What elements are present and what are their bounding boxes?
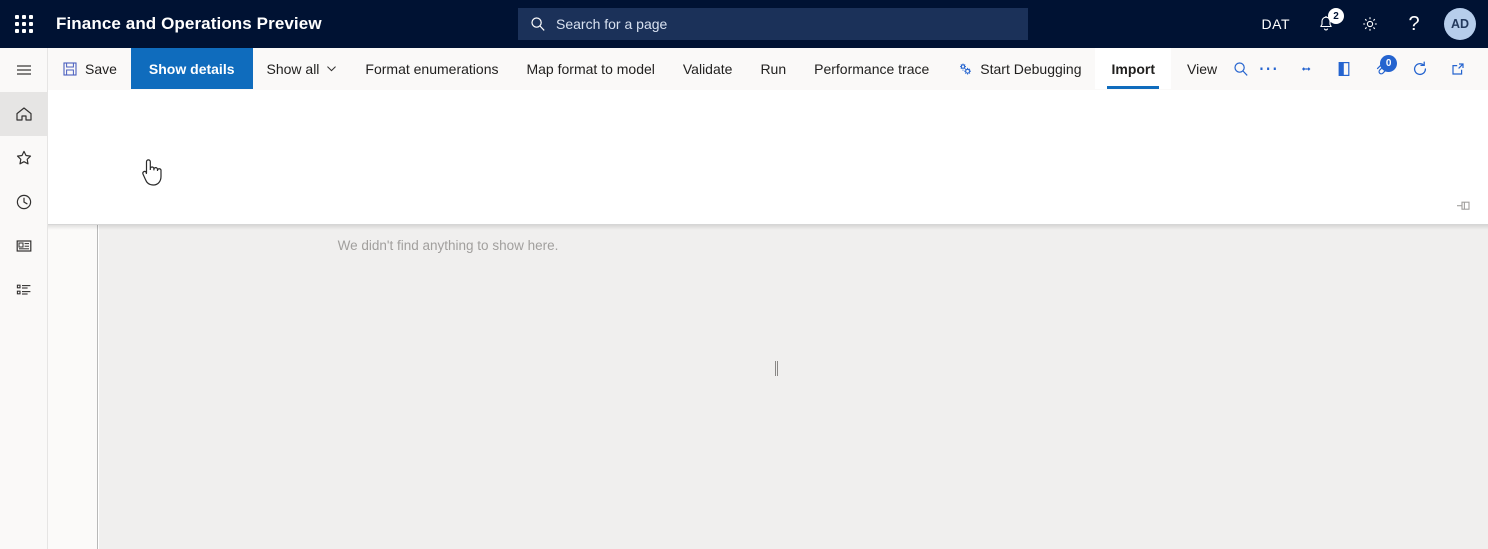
search-icon [531,17,545,31]
show-all-label: Show all [266,60,320,77]
top-bar-actions: DAT 2 ? AD [1248,0,1488,48]
command-search-button[interactable] [1233,48,1249,90]
list-icon [16,284,31,295]
format-enumerations-label: Format enumerations [365,60,499,77]
show-details-label: Show details [148,60,235,77]
open-in-new-window-icon [1452,62,1464,75]
save-button[interactable]: Save [48,48,131,89]
company-selector[interactable]: DAT [1248,0,1304,48]
settings-button[interactable] [1348,0,1392,48]
command-bar: Save Show details Show all Format enumer… [48,48,1488,90]
home-icon [16,107,32,121]
tab-import[interactable]: Import [1095,48,1172,89]
performance-trace-button[interactable]: Performance trace [800,48,943,89]
notifications-button[interactable]: 2 [1304,0,1348,48]
avatar[interactable]: AD [1444,8,1476,40]
help-button[interactable]: ? [1392,0,1436,48]
office-integration-icon [1338,61,1350,76]
refresh-icon [1414,61,1427,75]
run-label: Run [760,60,787,77]
office-integration-button[interactable] [1325,48,1363,90]
column-splitter[interactable] [774,361,779,376]
map-format-to-model-button[interactable]: Map format to model [512,48,668,89]
gear-icon [1363,17,1377,31]
sidebar-item-workspaces[interactable] [0,224,48,268]
map-format-to-model-label: Map format to model [526,60,655,77]
search-placeholder: Search for a page [556,16,668,32]
attachments-button[interactable]: 0 [1363,48,1401,90]
attachments-count-badge: 0 [1380,54,1398,72]
content-left-column [48,225,98,549]
show-details-button[interactable]: Show details [130,48,253,89]
pin-icon[interactable] [1454,199,1472,218]
start-debugging-label: Start Debugging [980,60,1082,77]
tab-view-label: View [1187,60,1218,77]
sidebar-item-menu[interactable] [0,48,48,92]
search-input[interactable]: Search for a page [518,8,1028,40]
chevron-down-icon [327,66,337,72]
command-bar-right-icons: ⋯ 0 [1249,48,1488,89]
save-disk-icon [63,61,77,76]
content-main-panel [99,225,1488,549]
import-dropdown-panel [48,90,1488,225]
app-root: Finance and Operations Preview Search fo… [0,0,1488,549]
show-all-button[interactable]: Show all [253,48,352,89]
close-button[interactable] [1477,48,1488,90]
empty-state-message: We didn't find anything to show here. [337,238,559,253]
format-enumerations-button[interactable]: Format enumerations [351,48,512,89]
validate-button[interactable]: Validate [669,48,747,89]
clock-icon [16,194,32,210]
save-label: Save [85,60,117,77]
question-mark-icon: ? [1408,13,1420,35]
validate-label: Validate [682,60,733,77]
search-icon [1234,62,1248,76]
top-navigation-bar: Finance and Operations Preview Search fo… [0,0,1488,48]
start-debugging-button[interactable]: Start Debugging [943,48,1095,89]
app-launcher-icon[interactable] [0,0,48,48]
page-title: Finance and Operations Preview [56,14,322,33]
related-information-button[interactable] [1287,48,1325,90]
related-information-icon [1302,66,1311,71]
open-in-new-window-button[interactable] [1439,48,1477,90]
sidebar-item-modules[interactable] [0,268,48,312]
refresh-button[interactable] [1401,48,1439,90]
overflow-button[interactable]: ⋯ [1249,48,1287,90]
ellipsis-icon: ⋯ [1258,57,1279,80]
notification-count-badge: 2 [1328,8,1344,24]
app-launcher-grid [15,15,33,33]
left-navigation-rail [0,48,48,549]
tab-import-label: Import [1111,60,1156,77]
sidebar-item-favorites[interactable] [0,136,48,180]
star-icon [16,150,32,165]
gears-icon [960,63,972,74]
sidebar-item-home[interactable] [0,92,48,136]
tab-view[interactable]: View [1171,48,1233,89]
performance-trace-label: Performance trace [814,60,930,77]
hamburger-icon [17,65,31,75]
run-button[interactable]: Run [746,48,800,89]
sidebar-item-recent[interactable] [0,180,48,224]
pin-glyph [1457,201,1470,210]
workspace-icon [16,240,32,252]
